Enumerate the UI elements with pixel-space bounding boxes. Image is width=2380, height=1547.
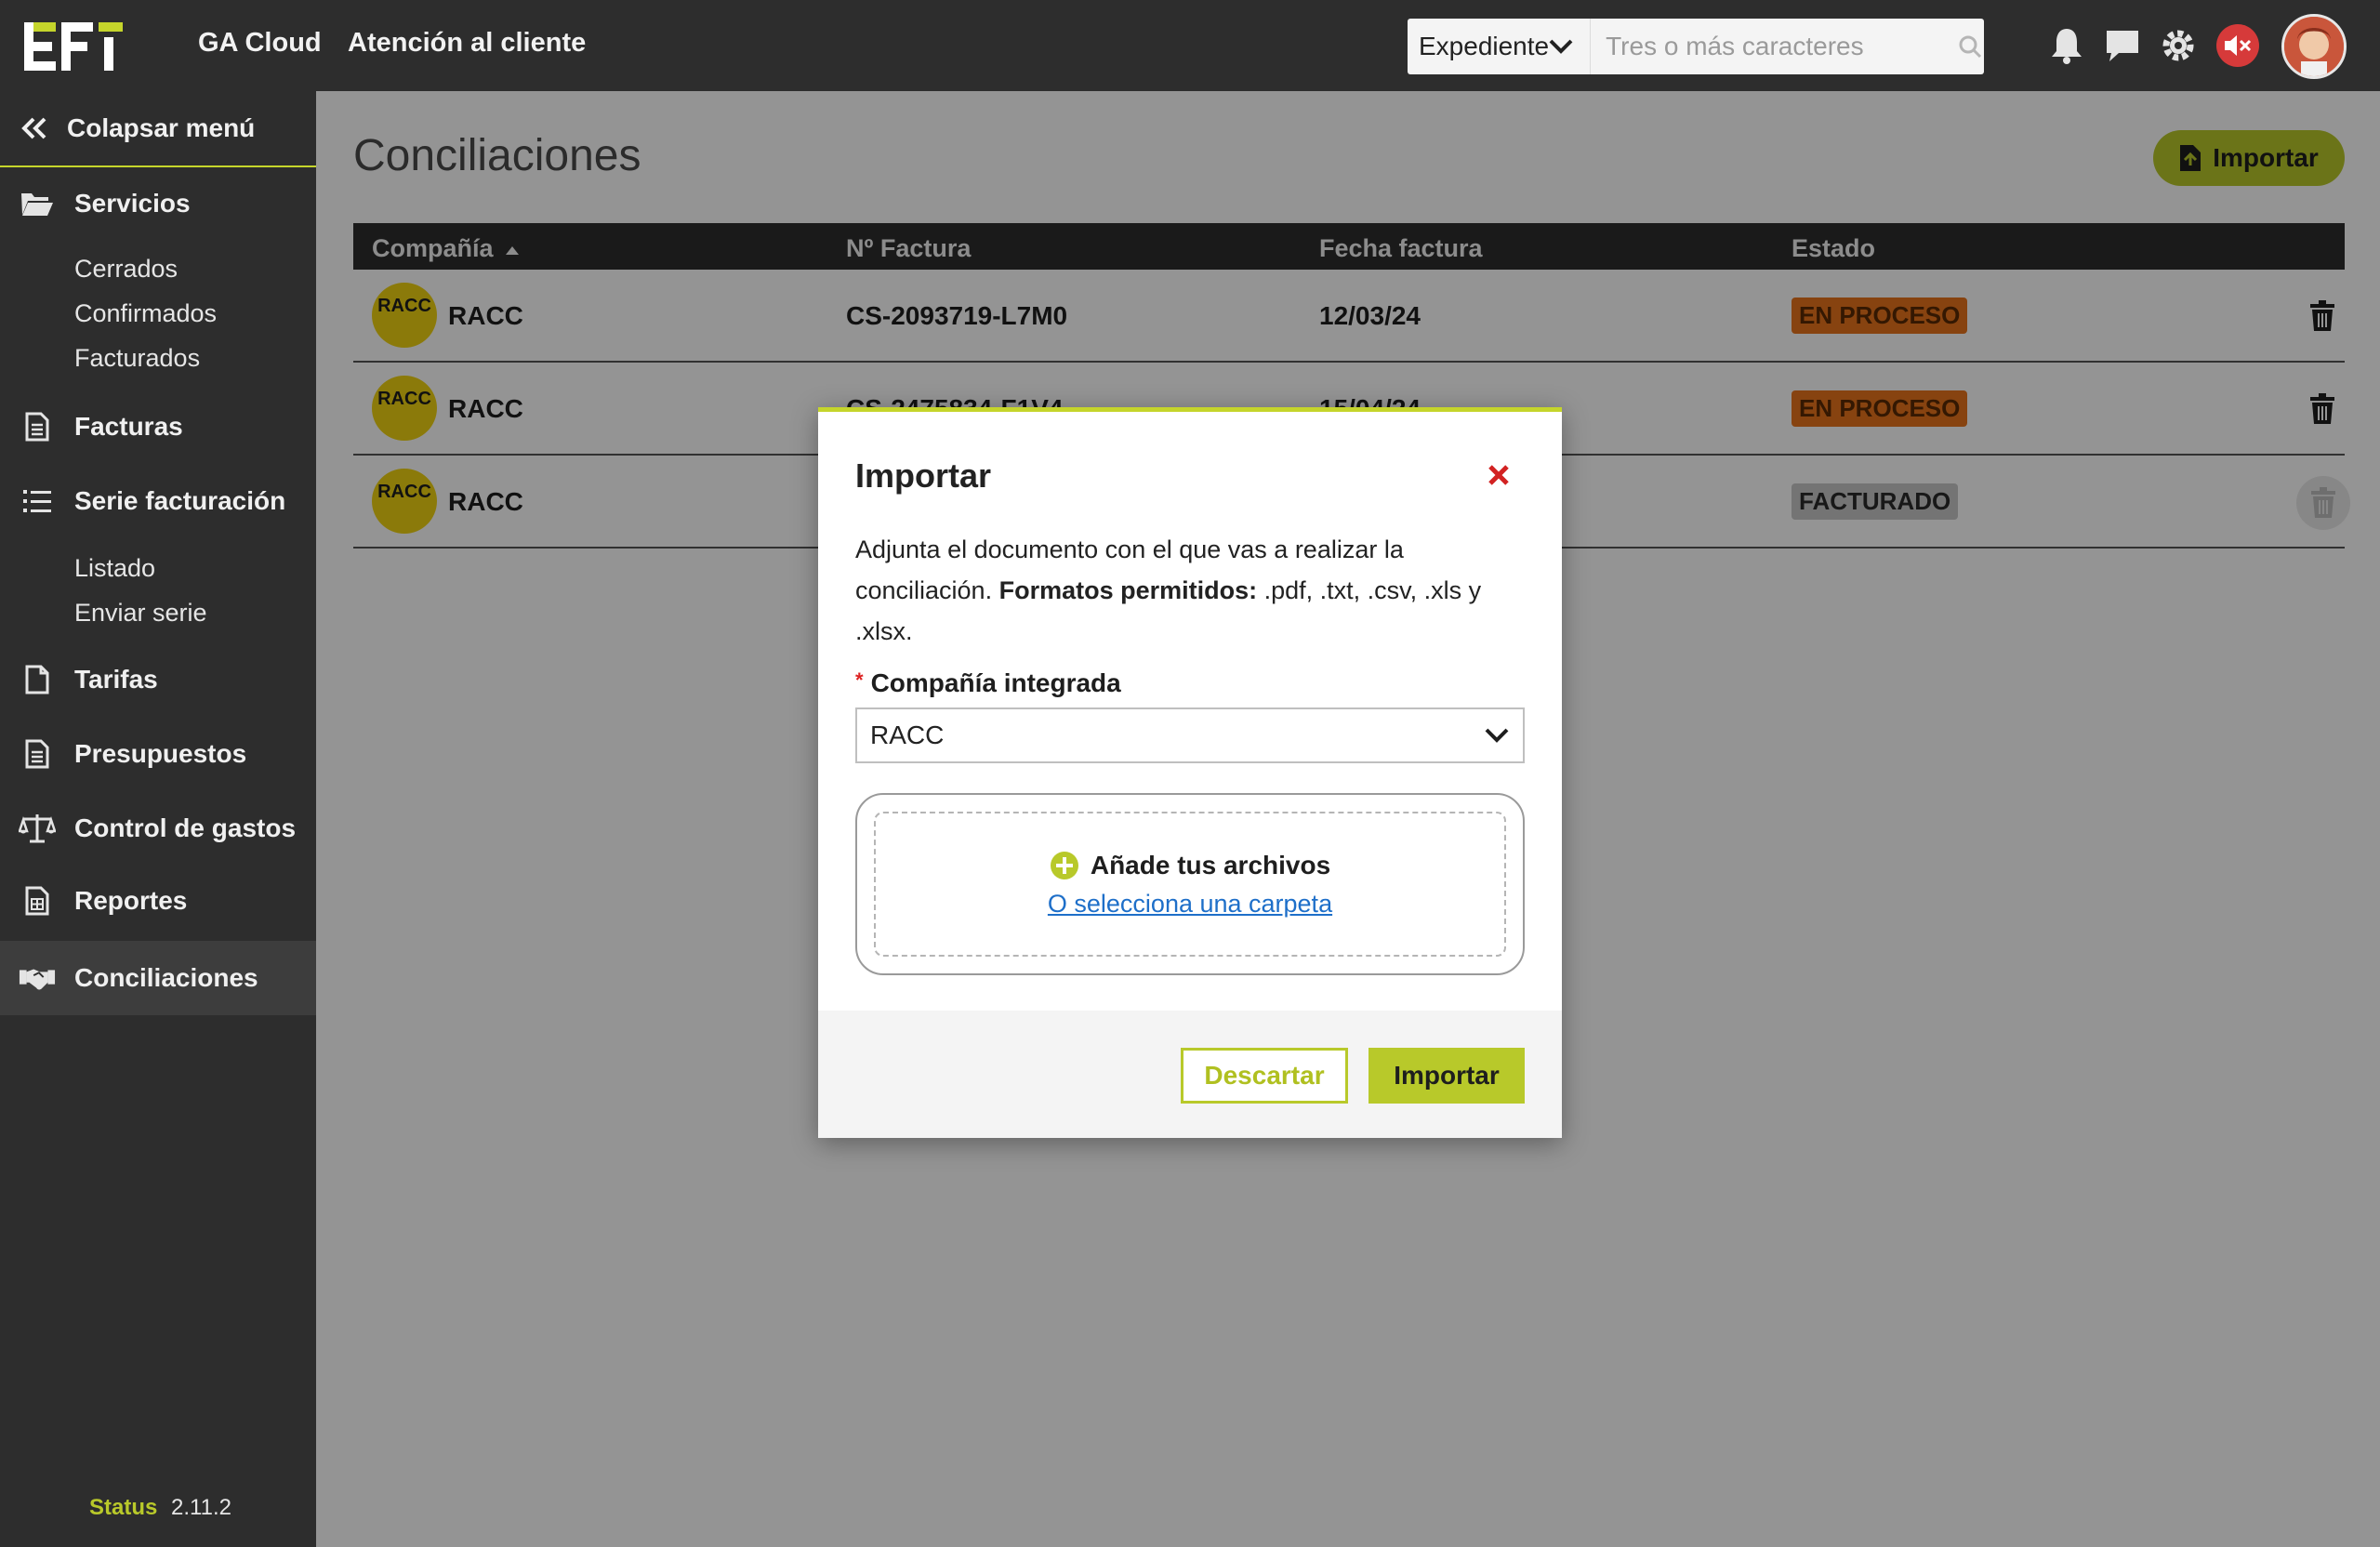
list-icon [19, 483, 56, 520]
file-dropzone[interactable]: Añade tus archivos O selecciona una carp… [855, 793, 1525, 975]
search-type-value: Expediente [1419, 32, 1550, 60]
company-field-label-text: Compañía integrada [870, 668, 1121, 697]
sidebar-item-label: Tarifas [74, 665, 158, 694]
company-select-value: RACC [870, 721, 945, 749]
select-folder-link[interactable]: O selecciona una carpeta [1048, 890, 1332, 919]
status-label[interactable]: Status [89, 1495, 157, 1520]
chat-icon[interactable] [2101, 24, 2144, 67]
sidebar-item-label: Conciliaciones [74, 963, 258, 992]
search-button[interactable] [1956, 19, 1984, 74]
document-icon [19, 408, 56, 445]
gear-icon[interactable] [2157, 24, 2200, 67]
sidebar-item-serie-facturacion[interactable]: Serie facturación [0, 469, 316, 534]
chevron-down-icon [1485, 728, 1509, 743]
import-button[interactable]: Importar [1368, 1048, 1525, 1104]
allowed-formats-label: Formatos permitidos: [998, 576, 1258, 604]
sidebar-subitem-confirmados[interactable]: Confirmados [74, 299, 217, 328]
close-icon [1488, 465, 1509, 485]
import-modal: Importar Adjunta el documento con el que… [818, 407, 1562, 1138]
search-input[interactable] [1591, 19, 1957, 74]
collapse-menu-label: Colapsar menú [67, 113, 256, 142]
bell-icon[interactable] [2045, 24, 2088, 67]
user-avatar[interactable] [2281, 14, 2347, 79]
file-icon [19, 661, 56, 698]
company-select[interactable]: RACC [855, 707, 1525, 763]
nav-link-customer-service[interactable]: Atención al cliente [348, 28, 586, 59]
discard-button[interactable]: Descartar [1181, 1048, 1348, 1104]
double-chevron-left-icon [21, 117, 46, 139]
sidebar-item-label: Facturas [74, 412, 183, 441]
sidebar-item-control-de-gastos[interactable]: Control de gastos [0, 796, 316, 861]
sidebar-subitem-enviar-serie[interactable]: Enviar serie [74, 599, 207, 628]
sidebar-item-servicios[interactable]: Servicios [0, 171, 316, 236]
folder-open-icon [19, 185, 56, 222]
sidebar-item-label: Serie facturación [74, 486, 286, 515]
sidebar-item-conciliaciones[interactable]: Conciliaciones [0, 941, 316, 1015]
nav-link-ga-cloud[interactable]: GA Cloud [198, 28, 322, 59]
modal-title: Importar [855, 456, 992, 495]
efi-logo[interactable] [24, 22, 123, 71]
sidebar-subitem-listado[interactable]: Listado [74, 554, 155, 583]
top-bar: GA Cloud Atención al cliente Expediente [0, 0, 2380, 91]
plus-circle-icon [1050, 851, 1078, 879]
close-button[interactable] [1480, 456, 1517, 494]
add-files-label: Añade tus archivos [1090, 850, 1331, 879]
sidebar-subitem-facturados[interactable]: Facturados [74, 344, 200, 373]
balance-scale-icon [19, 810, 56, 847]
sidebar-item-reportes[interactable]: Reportes [0, 868, 316, 933]
search-type-select[interactable]: Expediente [1408, 19, 1592, 74]
document-icon [19, 735, 56, 773]
sidebar: Colapsar menú Servicios Cerrados Confirm… [0, 91, 316, 1547]
muted-speaker-icon[interactable] [2216, 24, 2259, 67]
modal-description: Adjunta el documento con el que vas a re… [855, 529, 1525, 652]
search-icon [1959, 35, 1982, 59]
sidebar-item-label: Control de gastos [74, 813, 297, 842]
sidebar-item-label: Presupuestos [74, 739, 247, 768]
report-icon [19, 882, 56, 919]
sidebar-item-presupuestos[interactable]: Presupuestos [0, 721, 316, 787]
sidebar-item-label: Servicios [74, 189, 191, 218]
sidebar-item-tarifas[interactable]: Tarifas [0, 647, 316, 712]
collapse-menu-button[interactable]: Colapsar menú [0, 91, 316, 167]
add-files-button[interactable]: Añade tus archivos [1050, 851, 1330, 880]
sidebar-item-label: Reportes [74, 886, 188, 915]
modal-footer: Descartar Importar [818, 1011, 1562, 1138]
file-dropzone-inner[interactable]: Añade tus archivos O selecciona una carp… [874, 812, 1506, 957]
chevron-down-icon [1549, 39, 1573, 54]
status-footer: Status 2.11.2 [89, 1495, 231, 1521]
version-number: 2.11.2 [171, 1495, 231, 1520]
sidebar-item-facturas[interactable]: Facturas [0, 394, 316, 459]
global-search: Expediente [1408, 19, 1984, 74]
company-field-label: * Compañía integrada [855, 668, 1121, 698]
handshake-icon [19, 959, 56, 997]
required-mark: * [855, 668, 864, 692]
sidebar-subitem-cerrados[interactable]: Cerrados [74, 255, 178, 284]
